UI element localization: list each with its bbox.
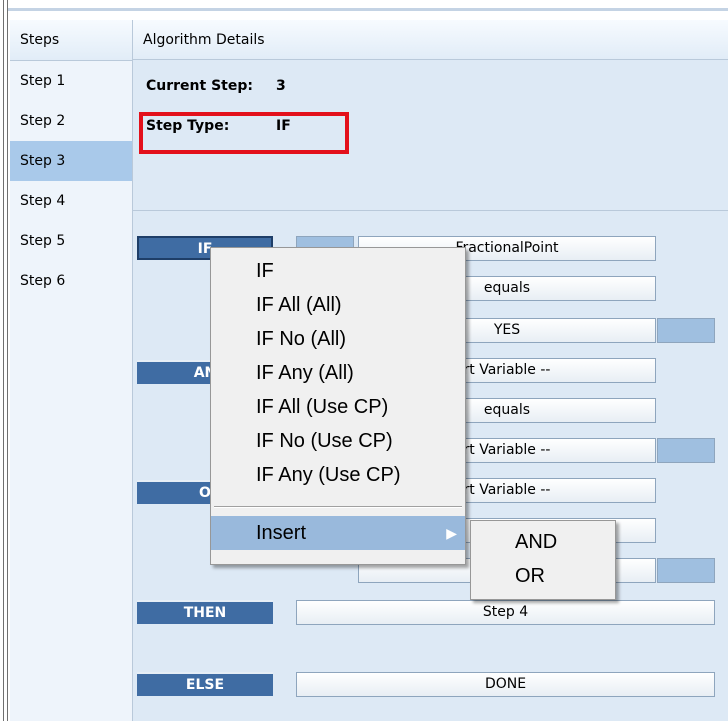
- step-type-highlight: [139, 112, 349, 154]
- current-step-value: 3: [276, 78, 286, 94]
- step-item-5[interactable]: Step 5: [10, 221, 132, 261]
- menu-item-if-no-all[interactable]: IF No (All): [211, 322, 465, 356]
- submenu-item-or[interactable]: OR: [471, 559, 615, 593]
- else-target-button[interactable]: DONE: [296, 672, 715, 697]
- step-item-1[interactable]: Step 1: [10, 61, 132, 101]
- steps-panel: Steps Step 1 Step 2 Step 3 Step 4 Step 5…: [10, 20, 133, 721]
- current-step-label: Current Step:: [146, 78, 253, 94]
- step-item-4[interactable]: Step 4: [10, 181, 132, 221]
- row3-toggle-button[interactable]: [657, 318, 715, 343]
- step-item-6[interactable]: Step 6: [10, 261, 132, 301]
- menu-item-if-all-use-cp[interactable]: IF All (Use CP): [211, 390, 465, 424]
- submenu-arrow-icon: ▶: [446, 525, 457, 541]
- menu-item-insert-label: Insert: [256, 522, 307, 544]
- algorithm-editor-window: Steps Step 1 Step 2 Step 3 Step 4 Step 5…: [0, 0, 728, 721]
- menu-item-if-all-all[interactable]: IF All (All): [211, 288, 465, 322]
- window-border: [7, 0, 8, 721]
- step-item-2[interactable]: Step 2: [10, 101, 132, 141]
- row9-toggle-button[interactable]: [657, 558, 715, 583]
- menu-item-if[interactable]: IF: [211, 254, 465, 288]
- menu-item-if-no-use-cp[interactable]: IF No (Use CP): [211, 424, 465, 458]
- window-border: [3, 0, 4, 721]
- menu-item-if-any-all[interactable]: IF Any (All): [211, 356, 465, 390]
- submenu-item-and[interactable]: AND: [471, 525, 615, 559]
- else-keyword-button[interactable]: ELSE: [137, 672, 273, 696]
- details-header: Algorithm Details: [133, 20, 728, 60]
- if-type-context-menu: IF IF All (All) IF No (All) IF Any (All)…: [210, 247, 466, 565]
- menu-item-if-any-use-cp[interactable]: IF Any (Use CP): [211, 458, 465, 492]
- row6-toggle-button[interactable]: [657, 438, 715, 463]
- insert-submenu: AND OR: [470, 520, 616, 600]
- then-keyword-button[interactable]: THEN: [137, 600, 273, 624]
- steps-header: Steps: [10, 20, 132, 61]
- step-item-3[interactable]: Step 3: [10, 141, 132, 181]
- top-rule: [8, 8, 728, 11]
- details-separator: [133, 210, 728, 211]
- menu-item-insert[interactable]: Insert ▶: [211, 516, 465, 550]
- then-target-button[interactable]: Step 4: [296, 600, 715, 625]
- menu-separator: [214, 506, 462, 508]
